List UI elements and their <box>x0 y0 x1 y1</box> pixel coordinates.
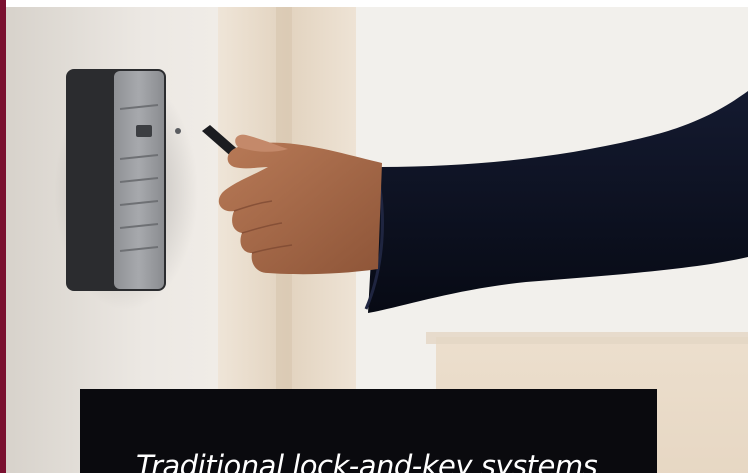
card-reader <box>66 69 181 291</box>
caption-box: Traditional lock-and-key systems <box>80 389 657 473</box>
article-hero: Traditional lock-and-key systems <box>0 0 748 473</box>
caption-text: Traditional lock-and-key systems <box>136 449 598 473</box>
